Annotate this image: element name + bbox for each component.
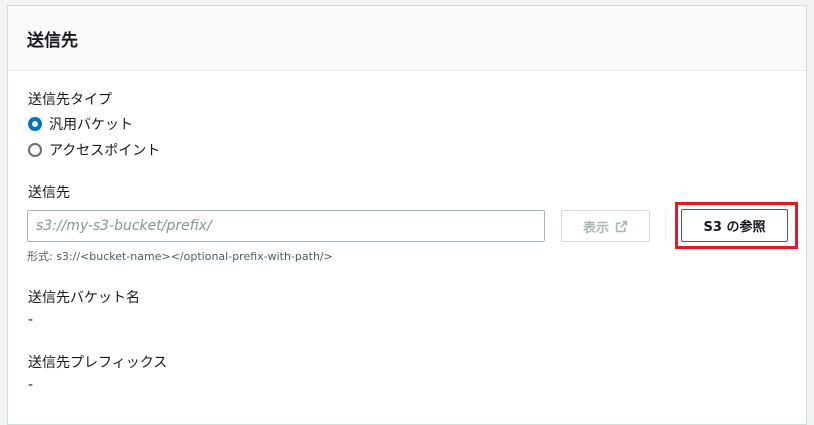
external-link-icon (615, 220, 628, 232)
panel-header: 送信先 (8, 6, 806, 71)
radio-access-point[interactable]: アクセスポイント (28, 140, 160, 160)
radio-checked-icon[interactable] (28, 117, 42, 131)
view-button[interactable]: 表示 (561, 210, 650, 242)
destination-label: 送信先 (28, 185, 70, 201)
format-hint: 形式: s3://<bucket-name></optional-prefix-… (27, 250, 333, 263)
destination-type-label: 送信先タイプ (28, 92, 112, 108)
prefix-label: 送信先プレフィックス (28, 355, 168, 371)
radio-general-bucket[interactable]: 汎用バケット (28, 114, 133, 134)
radio-unchecked-icon[interactable] (28, 143, 42, 157)
view-button-label: 表示 (582, 220, 609, 236)
bucket-name-label: 送信先バケット名 (28, 290, 140, 306)
destination-input[interactable] (27, 210, 545, 242)
vertical-divider (665, 210, 666, 242)
bucket-name-value: - (28, 312, 34, 328)
prefix-value: - (28, 377, 34, 393)
panel-title: 送信先 (27, 31, 78, 51)
browse-s3-button[interactable]: S3 の参照 (681, 209, 788, 242)
radio-label-general-bucket: 汎用バケット (49, 117, 133, 133)
radio-label-access-point: アクセスポイント (49, 143, 161, 159)
destination-panel: 送信先 送信先タイプ 汎用バケット アクセスポイント 送信先 形式: s3://… (7, 5, 807, 425)
